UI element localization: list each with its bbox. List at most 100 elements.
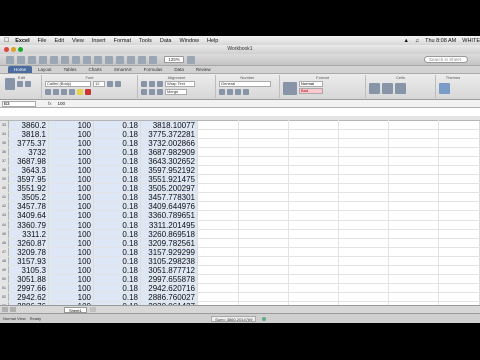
help-icon[interactable] (187, 55, 195, 64)
cell-c[interactable]: 0.18 (94, 265, 141, 275)
tab-home[interactable]: Home (8, 66, 33, 73)
menu-help[interactable]: Help (207, 38, 218, 44)
merge-button[interactable]: Merge (165, 89, 187, 95)
cell-b[interactable]: 100 (49, 229, 94, 239)
themes-icon[interactable] (439, 82, 450, 94)
wrap-text-button[interactable]: Wrap Text (165, 81, 195, 87)
cell-c[interactable]: 0.18 (94, 211, 141, 220)
tab-smartart[interactable]: SmartArt (108, 66, 138, 73)
paste-icon[interactable] (5, 78, 15, 90)
row-header[interactable]: 49 (0, 265, 9, 274)
clock[interactable]: Thu 8:08 AM (425, 38, 456, 44)
currency-icon[interactable] (219, 89, 225, 95)
zoom-select[interactable]: 125% (164, 56, 184, 63)
row-header[interactable]: 48 (0, 256, 9, 265)
cell-d[interactable]: 3687.982909 (141, 148, 198, 157)
align-center-icon[interactable] (149, 81, 155, 87)
row-header[interactable]: 36 (0, 148, 9, 157)
row-header[interactable]: 40 (0, 184, 9, 193)
cell-c[interactable]: 0.18 (94, 220, 141, 230)
sheet-tab[interactable]: Sheet1 (64, 306, 87, 313)
cell-d[interactable]: 3457.778301 (141, 193, 198, 202)
row-header[interactable]: 42 (0, 202, 9, 211)
tab-formulas[interactable]: Formulas (138, 66, 169, 73)
cell-c[interactable]: 0.18 (94, 274, 141, 284)
row-header[interactable]: 50 (0, 274, 9, 283)
volume-icon[interactable]: ♫ (415, 38, 419, 44)
conditional-formatting-icon[interactable] (283, 81, 297, 95)
font-size-select[interactable]: 12 (93, 81, 105, 87)
menu-insert[interactable]: Insert (92, 38, 106, 44)
shrink-font-icon[interactable] (115, 81, 121, 87)
row-header[interactable]: 41 (0, 193, 9, 202)
cell-a[interactable]: 3409.64 (9, 211, 49, 220)
delete-cells-icon[interactable] (382, 82, 393, 94)
row-header[interactable]: 45 (0, 229, 9, 238)
align-left-icon[interactable] (141, 81, 147, 87)
cell-c[interactable]: 0.18 (94, 229, 141, 239)
cell-b[interactable]: 100 (49, 175, 94, 184)
row-header[interactable]: 33 (0, 121, 9, 130)
cell-d[interactable]: 3643.302652 (141, 157, 198, 166)
cell-b[interactable]: 100 (49, 256, 94, 266)
cell-c[interactable]: 0.18 (94, 283, 141, 293)
autosum-icon[interactable] (105, 55, 113, 64)
close-icon[interactable] (4, 47, 9, 52)
view-mode[interactable]: Normal View (3, 316, 26, 321)
formula-input[interactable]: 100 (58, 101, 66, 106)
cell-a[interactable]: 3775.37 (9, 139, 49, 148)
prev-sheet-icon[interactable] (10, 307, 16, 312)
apple-icon[interactable]:  (4, 37, 9, 44)
cell-d[interactable]: 3051.877712 (141, 265, 198, 275)
cell-d[interactable]: 3105.298238 (141, 256, 198, 266)
cell-d[interactable]: 3505.200297 (141, 184, 198, 193)
cell-c[interactable]: 0.18 (94, 184, 141, 193)
menu-window[interactable]: Window (179, 38, 199, 44)
cell-c[interactable]: 0.18 (94, 193, 141, 202)
cell-a[interactable]: 3860.2 (9, 121, 49, 130)
bold-icon[interactable] (45, 89, 51, 95)
cell-c[interactable]: 0.18 (94, 292, 141, 302)
orientation-icon[interactable] (157, 89, 163, 95)
cell-d[interactable]: 3732.002866 (141, 139, 198, 148)
zoom-icon[interactable] (18, 47, 23, 52)
paste-icon[interactable] (72, 55, 80, 64)
cell-b[interactable]: 100 (49, 184, 94, 193)
tab-layout[interactable]: Layout (32, 66, 58, 73)
cell-a[interactable]: 3311.2 (9, 229, 49, 239)
cell-d[interactable]: 3360.789651 (141, 211, 198, 220)
menu-file[interactable]: File (38, 38, 47, 44)
copy-icon[interactable] (61, 55, 69, 64)
indent-icon[interactable] (141, 89, 147, 95)
cell-c[interactable]: 0.18 (94, 202, 141, 211)
format-cells-icon[interactable] (395, 82, 406, 94)
cell-c[interactable]: 0.18 (94, 148, 141, 157)
insert-cells-icon[interactable] (369, 82, 380, 94)
tab-charts[interactable]: Charts (83, 66, 108, 73)
cell-a[interactable]: 3597.95 (9, 175, 49, 184)
cell-b[interactable]: 100 (49, 238, 94, 248)
undo-icon[interactable] (83, 55, 91, 64)
cell-a[interactable]: 3457.78 (9, 202, 49, 211)
number-format-select[interactable]: General (219, 81, 271, 87)
cell-b[interactable]: 100 (49, 157, 94, 166)
cell-a[interactable]: 2942.62 (9, 292, 49, 302)
cell-a[interactable]: 2997.66 (9, 283, 49, 293)
cell-c[interactable]: 0.18 (94, 139, 141, 148)
cell-d[interactable]: 3209.782561 (141, 238, 198, 248)
cell-b[interactable]: 100 (49, 265, 94, 275)
menu-app[interactable]: Excel (15, 38, 29, 44)
cell-c[interactable]: 0.18 (94, 157, 141, 166)
align-right-icon[interactable] (157, 81, 163, 87)
cell-d[interactable]: 3260.869518 (141, 229, 198, 239)
print-icon[interactable] (39, 55, 47, 64)
row-header[interactable]: 51 (0, 283, 9, 292)
row-header[interactable]: 46 (0, 238, 9, 247)
menu-edit[interactable]: Edit (55, 38, 64, 44)
tab-data[interactable]: Data (168, 66, 190, 73)
cell-a[interactable]: 3505.2 (9, 193, 49, 202)
fill-icon[interactable] (17, 81, 23, 87)
cell-d[interactable]: 2886.760027 (141, 292, 198, 302)
fx-label[interactable]: fx (48, 101, 52, 106)
first-sheet-icon[interactable] (2, 307, 8, 312)
